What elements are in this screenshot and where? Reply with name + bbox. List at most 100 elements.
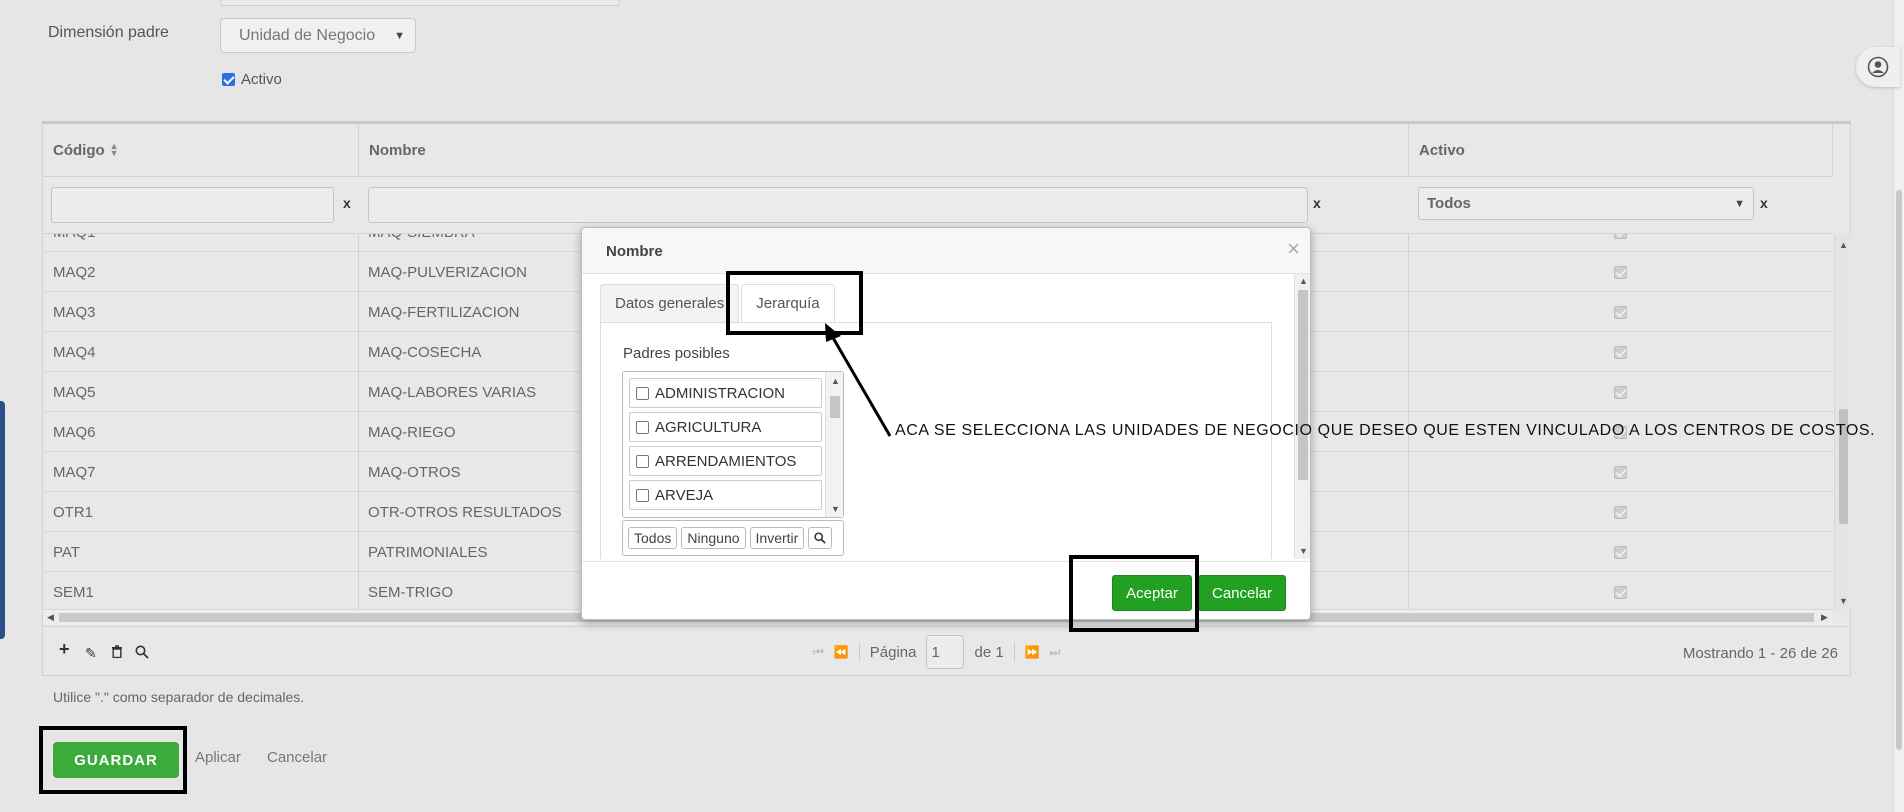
parent-label: AGRICULTURA [655, 418, 762, 436]
chevron-down-icon: ▼ [394, 29, 405, 42]
list-item[interactable]: AGRICULTURA [629, 412, 822, 442]
list-item[interactable]: ARVEJA [629, 480, 822, 510]
code-filter-clear[interactable]: x [343, 195, 351, 211]
highlight-box-accept [1069, 555, 1199, 632]
active-cell [1408, 492, 1833, 532]
dialog-scrollbar[interactable]: ▲ ▼ [1294, 274, 1310, 559]
parent-label: ARRENDAMIENTOS [655, 452, 797, 470]
dialog-scroll-thumb[interactable] [1298, 290, 1308, 480]
code-cell: MAQ2 [53, 263, 96, 281]
annotation-arrow [825, 323, 892, 437]
select-none-button[interactable]: Ninguno [681, 527, 746, 549]
scroll-up-icon[interactable]: ▲ [1839, 240, 1848, 250]
first-page-icon[interactable]: ⏮ [813, 645, 824, 660]
parent-checkbox[interactable] [636, 454, 649, 468]
activo-checkbox-field[interactable]: Activo [222, 71, 282, 88]
parent-checkbox[interactable] [636, 488, 649, 502]
pager: ⏮ ⏪ Página 1 de 1 ⏩ ⏭ [813, 635, 1060, 669]
select-all-button[interactable]: Todos [628, 527, 678, 549]
column-header-codigo[interactable]: Código ▲ ▼ [43, 124, 359, 176]
close-icon[interactable]: × [1287, 238, 1300, 260]
active-cell [1408, 372, 1833, 412]
list-item[interactable]: ARRENDAMIENTOS [629, 446, 822, 476]
code-filter-input[interactable] [51, 187, 334, 223]
delete-icon[interactable] [111, 645, 123, 661]
left-side-tab[interactable] [0, 401, 5, 639]
edit-icon[interactable]: ✎ [85, 645, 97, 662]
records-count: Mostrando 1 - 26 de 26 [1682, 645, 1838, 662]
active-cell [1408, 532, 1833, 572]
parent-label: ARVEJA [655, 486, 714, 504]
column-header-activo-label: Activo [1419, 141, 1465, 159]
parent-checkbox[interactable] [636, 386, 649, 400]
filter-row: x x Todos ▼ x [43, 176, 1833, 234]
search-icon[interactable] [135, 645, 149, 662]
tab-datos-generales[interactable]: Datos generales [600, 284, 740, 322]
active-checkbox [1614, 265, 1627, 279]
jerarquia-panel: Padres posibles ADMINISTRACION AGRICULTU… [600, 322, 1272, 559]
scroll-up-icon[interactable]: ▲ [1299, 276, 1308, 286]
name-filter-clear[interactable]: x [1313, 195, 1321, 211]
activo-filter-value: Todos [1427, 195, 1471, 212]
activo-checkbox[interactable] [222, 73, 235, 86]
cancel-link[interactable]: Cancelar [267, 749, 327, 766]
add-icon[interactable]: + [59, 639, 70, 660]
page-number-input[interactable]: 1 [926, 635, 965, 669]
active-checkbox [1614, 385, 1627, 399]
active-checkbox [1614, 585, 1627, 599]
code-cell: OTR1 [53, 503, 94, 521]
code-cell: MAQ7 [53, 463, 96, 481]
scroll-down-icon[interactable]: ▼ [1839, 596, 1848, 606]
top-input-partial[interactable] [220, 0, 620, 6]
code-cell: MAQ6 [53, 423, 96, 441]
column-header-nombre-label: Nombre [369, 141, 426, 159]
scroll-down-icon[interactable]: ▼ [1299, 546, 1308, 556]
dimension-padre-label: Dimensión padre [48, 24, 169, 41]
active-cell [1408, 252, 1833, 292]
code-cell: MAQ1 [43, 234, 358, 252]
user-icon [1867, 56, 1889, 78]
active-cell [1408, 452, 1833, 492]
active-checkbox [1614, 545, 1627, 559]
activo-filter-select[interactable]: Todos ▼ [1418, 187, 1754, 220]
activo-filter-clear[interactable]: x [1760, 195, 1768, 211]
parents-list-actions: Todos Ninguno Invertir [622, 520, 844, 556]
scroll-right-icon[interactable]: ▶ [1821, 612, 1828, 623]
activo-checkbox-label: Activo [241, 71, 282, 88]
last-page-icon[interactable]: ⏭ [1050, 645, 1061, 660]
active-checkbox [1614, 345, 1627, 359]
highlight-box-save [39, 726, 187, 794]
scroll-left-icon[interactable]: ◀ [47, 612, 54, 623]
dialog-cancel-button[interactable]: Cancelar [1198, 575, 1286, 611]
page-total-label: de 1 [974, 643, 1004, 661]
user-menu-button[interactable] [1856, 47, 1900, 87]
decimal-separator-hint: Utilice "." como separador de decimales. [53, 689, 305, 705]
search-button[interactable] [808, 527, 833, 549]
code-cell: MAQ4 [53, 343, 96, 361]
search-icon [814, 532, 827, 544]
scroll-down-icon[interactable]: ▼ [831, 504, 840, 514]
sort-icon[interactable]: ▲ ▼ [110, 142, 119, 158]
column-header-nombre[interactable]: Nombre [359, 124, 1409, 176]
active-checkbox [1614, 465, 1627, 479]
padres-posibles-label: Padres posibles [623, 345, 730, 362]
next-page-icon[interactable]: ⏩ [1025, 645, 1040, 659]
apply-link[interactable]: Aplicar [195, 749, 241, 766]
code-cell: SEM1 [53, 583, 94, 601]
parent-checkbox[interactable] [636, 420, 649, 434]
name-filter-input[interactable] [368, 187, 1308, 223]
dimension-padre-select[interactable]: Unidad de Negocio ▼ [220, 18, 416, 53]
page-scrollbar-thumb[interactable] [1896, 190, 1902, 750]
page-label: Página [869, 643, 917, 661]
invert-selection-button[interactable]: Invertir [749, 527, 805, 549]
prev-page-icon[interactable]: ⏪ [834, 645, 849, 659]
list-item[interactable]: ADMINISTRACION [629, 378, 822, 408]
column-header-activo[interactable]: Activo [1409, 124, 1833, 176]
pager-separator [1013, 642, 1015, 662]
parent-label: ADMINISTRACION [655, 384, 786, 402]
column-header-codigo-label: Código [53, 141, 105, 159]
active-checkbox [1614, 305, 1627, 319]
active-cell [1408, 332, 1833, 372]
dimension-padre-value: Unidad de Negocio [239, 26, 376, 44]
parents-list: ADMINISTRACION AGRICULTURA ARRENDAMIENTO… [622, 371, 844, 518]
